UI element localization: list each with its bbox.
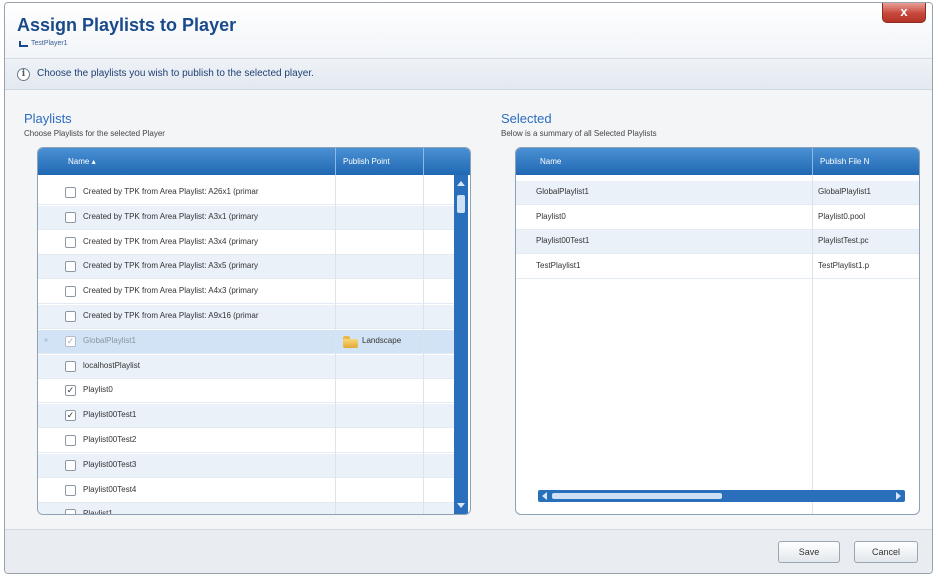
playlist-row[interactable]: ✓ Playlist00Test1	[38, 404, 454, 429]
playlists-grid-header: Name ▴ Publish Point	[38, 148, 470, 175]
playlist-checkbox[interactable]	[65, 459, 76, 471]
playlist-row[interactable]: ✓ Playlist0	[38, 379, 454, 404]
playlist-name: Created by TPK from Area Playlist: A3x1 …	[83, 211, 259, 221]
playlist-checkbox[interactable]	[65, 435, 76, 446]
playlist-row[interactable]: Created by TPK from Area Playlist: A4x3 …	[38, 280, 454, 305]
playlist-checkbox[interactable]	[65, 261, 76, 273]
playlist-checkbox[interactable]: ✓	[65, 335, 76, 347]
scroll-thumb[interactable]	[552, 493, 722, 499]
playlist-name: GlobalPlaylist1	[83, 335, 136, 345]
folder-icon	[343, 335, 358, 348]
info-text: Choose the playlists you wish to publish…	[37, 68, 314, 79]
selected-grid-header: Name Publish File N	[516, 148, 919, 175]
info-bar: i Choose the playlists you wish to publi…	[5, 60, 932, 90]
current-row-marker-icon: »	[44, 336, 48, 344]
playlists-vertical-scrollbar[interactable]	[454, 175, 468, 514]
playlist-row[interactable]: localhostPlaylist	[38, 354, 454, 379]
selected-heading: Selected	[501, 111, 552, 126]
playlist-row[interactable]: Playlist00Test3	[38, 453, 454, 478]
scroll-left-icon[interactable]	[542, 492, 547, 500]
playlist-checkbox[interactable]	[65, 236, 76, 248]
playlist-checkbox[interactable]	[65, 484, 76, 496]
selected-row[interactable]: Playlist0 Playlist0.pool	[516, 206, 919, 230]
scroll-thumb[interactable]	[457, 195, 465, 213]
selected-description: Below is a summary of all Selected Playl…	[501, 129, 657, 138]
player-subtitle: TestPlayer1	[19, 40, 68, 47]
playlist-row[interactable]: Created by TPK from Area Playlist: A3x1 …	[38, 205, 454, 230]
playlist-name: Created by TPK from Area Playlist: A4x3 …	[83, 286, 259, 296]
playlist-name: Playlist00Test2	[83, 435, 137, 444]
playlist-name: Created by TPK from Area Playlist: A3x4 …	[83, 236, 259, 246]
dialog-title: Assign Playlists to Player	[17, 15, 237, 35]
playlist-name: Created by TPK from Area Playlist: A9x16…	[83, 311, 259, 320]
playlist-checkbox[interactable]	[65, 286, 76, 298]
playlist-checkbox[interactable]	[65, 211, 76, 223]
selected-playlist-name: Playlist00Test1	[536, 236, 590, 245]
publish-file-name: GlobalPlaylist1	[818, 187, 871, 196]
playlist-checkbox[interactable]	[65, 311, 76, 322]
playlist-row[interactable]: Playlist00Test2	[38, 429, 454, 453]
playlist-checkbox[interactable]	[65, 187, 76, 198]
playlist-row[interactable]: Playlist1	[38, 503, 454, 515]
playlist-name: Playlist00Test3	[83, 459, 137, 469]
playlist-name: Playlist0	[83, 385, 113, 395]
publish-file-name: PlaylistTest.pc	[818, 236, 869, 245]
playlists-heading: Playlists	[24, 111, 72, 126]
selected-playlist-name: TestPlaylist1	[536, 260, 581, 270]
selected-playlist-name: Playlist0	[536, 211, 566, 221]
playlist-row[interactable]: Created by TPK from Area Playlist: A3x4 …	[38, 231, 454, 255]
playlist-name: Playlist00Test1	[83, 410, 137, 420]
selected-grid: Name Publish File N GlobalPlaylist1 Globa…	[515, 147, 920, 515]
playlist-row[interactable]: Created by TPK from Area Playlist: A26x1…	[38, 181, 454, 205]
playlists-grid: Name ▴ Publish Point Created by TPK from…	[37, 147, 471, 515]
column-header-publish-point[interactable]: Publish Point	[335, 148, 435, 175]
column-header-publish-file[interactable]: Publish File N	[812, 148, 919, 175]
player-name: TestPlayer1	[31, 40, 68, 47]
playlist-name: Created by TPK from Area Playlist: A26x1…	[83, 187, 259, 196]
playlist-checkbox[interactable]	[65, 509, 76, 514]
playlist-row[interactable]: Playlist00Test4	[38, 479, 454, 503]
playlist-row[interactable]: Created by TPK from Area Playlist: A9x16…	[38, 305, 454, 329]
scroll-down-icon[interactable]	[457, 503, 465, 508]
publish-file-name: TestPlaylist1.p	[818, 260, 870, 270]
info-icon: i	[17, 68, 30, 81]
selected-row[interactable]: GlobalPlaylist1 GlobalPlaylist1	[516, 181, 919, 205]
scroll-right-icon[interactable]	[896, 492, 901, 500]
column-header-name[interactable]: Name ▴	[60, 148, 330, 175]
title-bar: Assign Playlists to Player TestPlayer1 x	[5, 3, 932, 59]
playlist-checkbox[interactable]	[65, 360, 76, 372]
column-header-name[interactable]: Name	[532, 148, 812, 175]
playlist-name: Playlist1	[83, 509, 113, 515]
selected-row[interactable]: Playlist00Test1 PlaylistTest.pc	[516, 230, 919, 254]
selected-horizontal-scrollbar[interactable]	[538, 490, 905, 502]
playlist-row[interactable]: Created by TPK from Area Playlist: A3x5 …	[38, 255, 454, 280]
playlist-name: Playlist00Test4	[83, 484, 137, 494]
playlist-name: localhostPlaylist	[83, 360, 140, 370]
dialog-window: Assign Playlists to Player TestPlayer1 x…	[4, 2, 933, 574]
selected-playlist-name: GlobalPlaylist1	[536, 187, 589, 196]
publish-point-value[interactable]: Landscape	[362, 336, 432, 345]
publish-file-name: Playlist0.pool	[818, 211, 866, 221]
subtitle-hook-icon	[19, 41, 28, 47]
playlist-checkbox[interactable]: ✓	[65, 385, 76, 397]
playlist-checkbox[interactable]: ✓	[65, 410, 76, 422]
playlists-description: Choose Playlists for the selected Player	[24, 129, 165, 138]
scroll-up-icon[interactable]	[457, 181, 465, 186]
close-button[interactable]: x	[882, 3, 926, 23]
save-button[interactable]: Save	[778, 541, 840, 563]
playlist-name: Created by TPK from Area Playlist: A3x5 …	[83, 261, 259, 271]
dialog-footer: Save Cancel	[5, 529, 932, 573]
playlist-row[interactable]: » ✓ GlobalPlaylist1 Landscape	[38, 329, 454, 354]
selected-row[interactable]: TestPlaylist1 TestPlaylist1.p	[516, 255, 919, 279]
cancel-button[interactable]: Cancel	[854, 541, 918, 563]
